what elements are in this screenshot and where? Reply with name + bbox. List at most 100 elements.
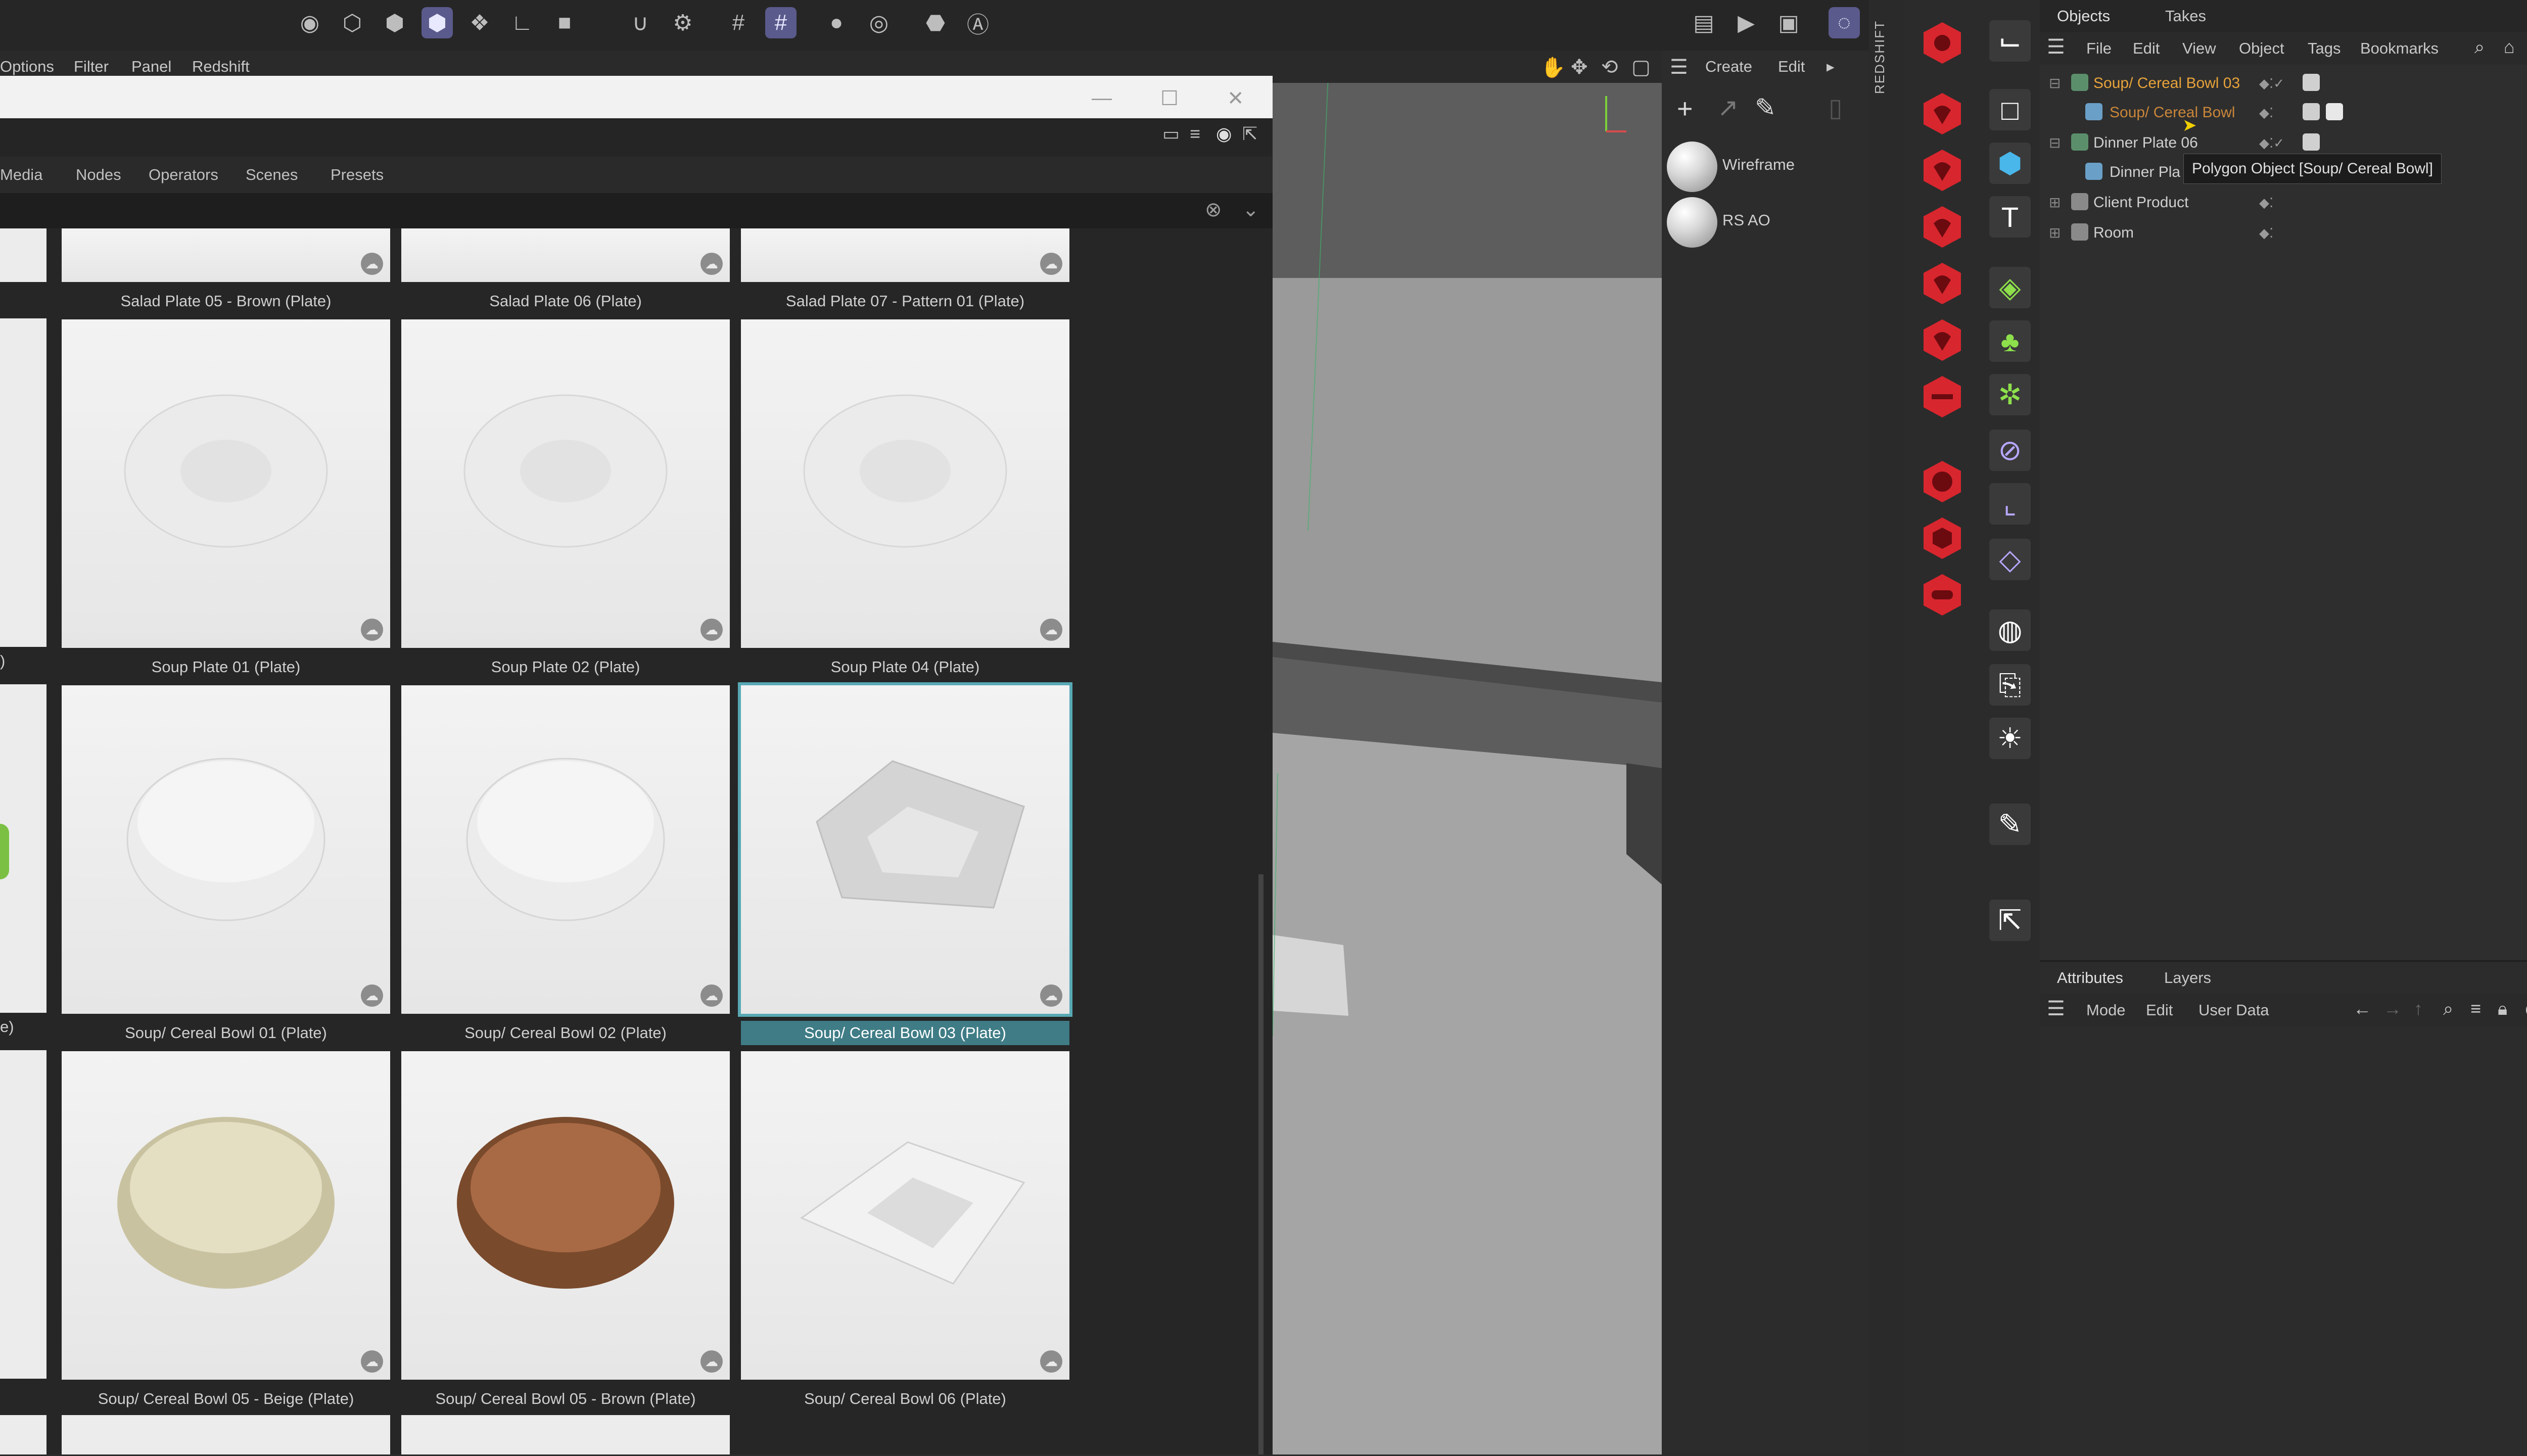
lock-icon[interactable]: 🔒︎ [2498,998,2507,1020]
redshift-proxy-icon[interactable] [1920,572,1965,618]
tab-presets[interactable]: Presets [331,166,384,184]
home-icon[interactable]: ⌂ [2504,36,2515,58]
hamburger-icon[interactable]: ☰ [2047,35,2065,59]
viewport[interactable] [1273,76,1662,1454]
maximize-icon[interactable]: ☐ [1160,87,1179,110]
asset-thumbnail[interactable]: ☁ [401,228,730,282]
spline-icon[interactable]: ◈ [1989,267,2031,308]
cube-icon[interactable]: ⬢ [379,7,410,38]
circle-icon[interactable]: ● [821,7,852,38]
partial-thumb[interactable] [0,228,46,282]
hamburger-icon[interactable]: ☰ [2047,997,2065,1020]
partial-thumb[interactable] [401,1415,730,1454]
partial-thumb[interactable] [0,1050,46,1379]
minimize-icon[interactable]: — [1092,87,1112,110]
menu-redshift[interactable]: Redshift [192,58,250,76]
redshift-sun-icon[interactable] [1920,459,1965,504]
cloud-download-icon[interactable]: ☁ [1040,984,1062,1007]
clapper-play-icon[interactable]: ▶ [1730,7,1762,38]
redshift-spot-light-icon[interactable] [1920,204,1965,250]
visibility-dots-icon[interactable]: ◆⁚ [2259,195,2273,211]
expand-icon[interactable]: ⊟ [2049,134,2061,151]
partial-thumb[interactable] [62,1415,390,1454]
move-icon[interactable]: ◉ [294,7,325,38]
visibility-dots-icon[interactable]: ◆⁚✓ [2259,135,2284,151]
object-row[interactable]: ⊟ Soup/ Cereal Bowl 03 ◆⁚✓ [2040,69,2527,98]
hex-icon[interactable]: ⬣ [920,7,951,38]
visibility-dots-icon[interactable]: ◆⁚✓ [2259,76,2284,91]
camera-icon[interactable]: ⎘ [1989,664,2031,706]
tag-icon[interactable] [2303,103,2320,120]
tab-takes[interactable]: Takes [2165,7,2206,25]
visibility-dots-icon[interactable]: ◆⁚ [2259,105,2273,121]
tab-media[interactable]: Media [0,166,42,184]
record-icon[interactable]: ◉ [1216,123,1232,145]
view-layout-icon[interactable]: ▢ [1631,56,1651,79]
chevron-down-icon[interactable]: ⌄ [1242,198,1259,221]
tab-nodes[interactable]: Nodes [76,166,121,184]
menu-edit[interactable]: Edit [2146,1001,2173,1019]
environment-icon[interactable]: ◍ [1989,609,2031,651]
cube-object-icon[interactable]: ⬢ [1989,143,2031,184]
hamburger-icon[interactable]: ☰ [1670,56,1688,79]
target-icon[interactable]: ◎ [2525,998,2527,1019]
menu-panel[interactable]: Panel [131,58,171,76]
redshift-light-icon[interactable] [1920,91,1965,136]
material-tag-icon[interactable] [2326,103,2343,120]
rotate-icon[interactable]: ⬡ [337,7,368,38]
cloud-download-icon[interactable]: ☁ [361,619,383,641]
filter-icon[interactable]: ≡ [1190,123,1200,145]
asset-thumbnail[interactable]: ☁ [741,228,1069,282]
menu-object[interactable]: Object [2239,39,2284,58]
target-icon[interactable]: ◎ [863,7,895,38]
axis-icon[interactable]: ∟ [506,7,538,38]
cloud-download-icon[interactable]: ☁ [1040,1350,1062,1373]
cloud-download-icon[interactable]: ☁ [700,619,723,641]
edit-menu[interactable]: Edit [1778,58,1805,76]
asset-thumbnail[interactable]: ☁ [62,319,390,648]
orbit-icon[interactable]: ⟲ [1601,56,1618,79]
asset-thumbnail[interactable]: ☁ [738,682,1072,1017]
search-icon[interactable]: ⌕ [2443,998,2453,1020]
square-icon[interactable]: ■ [549,7,580,38]
object-row[interactable]: Soup/ Cereal Bowl ◆⁚ [2040,98,2527,127]
search-icon[interactable]: ⌕ [2474,36,2485,58]
field-icon[interactable]: ◇ [1989,539,2031,580]
redshift-area-light-icon[interactable] [1920,148,1965,193]
add-icon[interactable]: + [1677,93,1693,124]
menu-filter[interactable]: Filter [74,58,109,76]
up-arrow-icon[interactable]: ↑ [2414,998,2423,1019]
layout-icon[interactable]: ▭ [1162,123,1180,145]
browser-scrollbar[interactable] [1258,874,1264,1454]
asset-thumbnail[interactable]: ☁ [401,1051,730,1380]
cloud-download-icon[interactable]: ☁ [361,1350,383,1373]
asset-thumbnail[interactable]: ☁ [62,228,390,282]
cloud-download-icon[interactable]: ☁ [1040,619,1062,641]
external-icon[interactable]: ⇱ [1242,123,1257,145]
partial-thumb[interactable] [0,318,46,647]
menu-user-data[interactable]: User Data [2198,1001,2269,1019]
asset-thumbnail[interactable]: ☁ [741,1051,1069,1380]
gear-icon[interactable]: ⚙ [667,7,698,38]
menu-options[interactable]: Options [0,58,54,76]
asset-thumbnail[interactable]: ☁ [62,685,390,1014]
arrow-icon[interactable]: ↗ [1717,93,1739,122]
back-arrow-icon[interactable]: ← [2353,998,2371,1019]
tab-operators[interactable]: Operators [149,166,218,184]
tab-objects[interactable]: Objects [2057,7,2110,25]
expand-icon[interactable]: ⊞ [2049,194,2061,211]
material-item[interactable]: RS AO [1662,197,1869,248]
cloud-download-icon[interactable]: ☁ [700,253,723,275]
expand-icon[interactable]: ⊞ [2049,224,2061,241]
solid-cube-icon[interactable]: ⬢ [422,7,453,38]
menu-edit[interactable]: Edit [2133,39,2160,58]
asset-thumbnail[interactable]: ☁ [401,685,730,1014]
export-icon[interactable]: ⇱ [1989,900,2031,941]
visibility-dots-icon[interactable]: ◆⁚ [2259,225,2273,241]
clapper-settings-icon[interactable]: ▣ [1773,7,1804,38]
expand-icon[interactable]: ⊟ [2049,75,2061,91]
generator-icon[interactable]: ✲ [1989,374,2031,415]
tag-icon[interactable] [2303,133,2320,151]
redshift-dome-light-icon[interactable] [1920,374,1965,419]
cloud-download-icon[interactable]: ☁ [700,1350,723,1373]
